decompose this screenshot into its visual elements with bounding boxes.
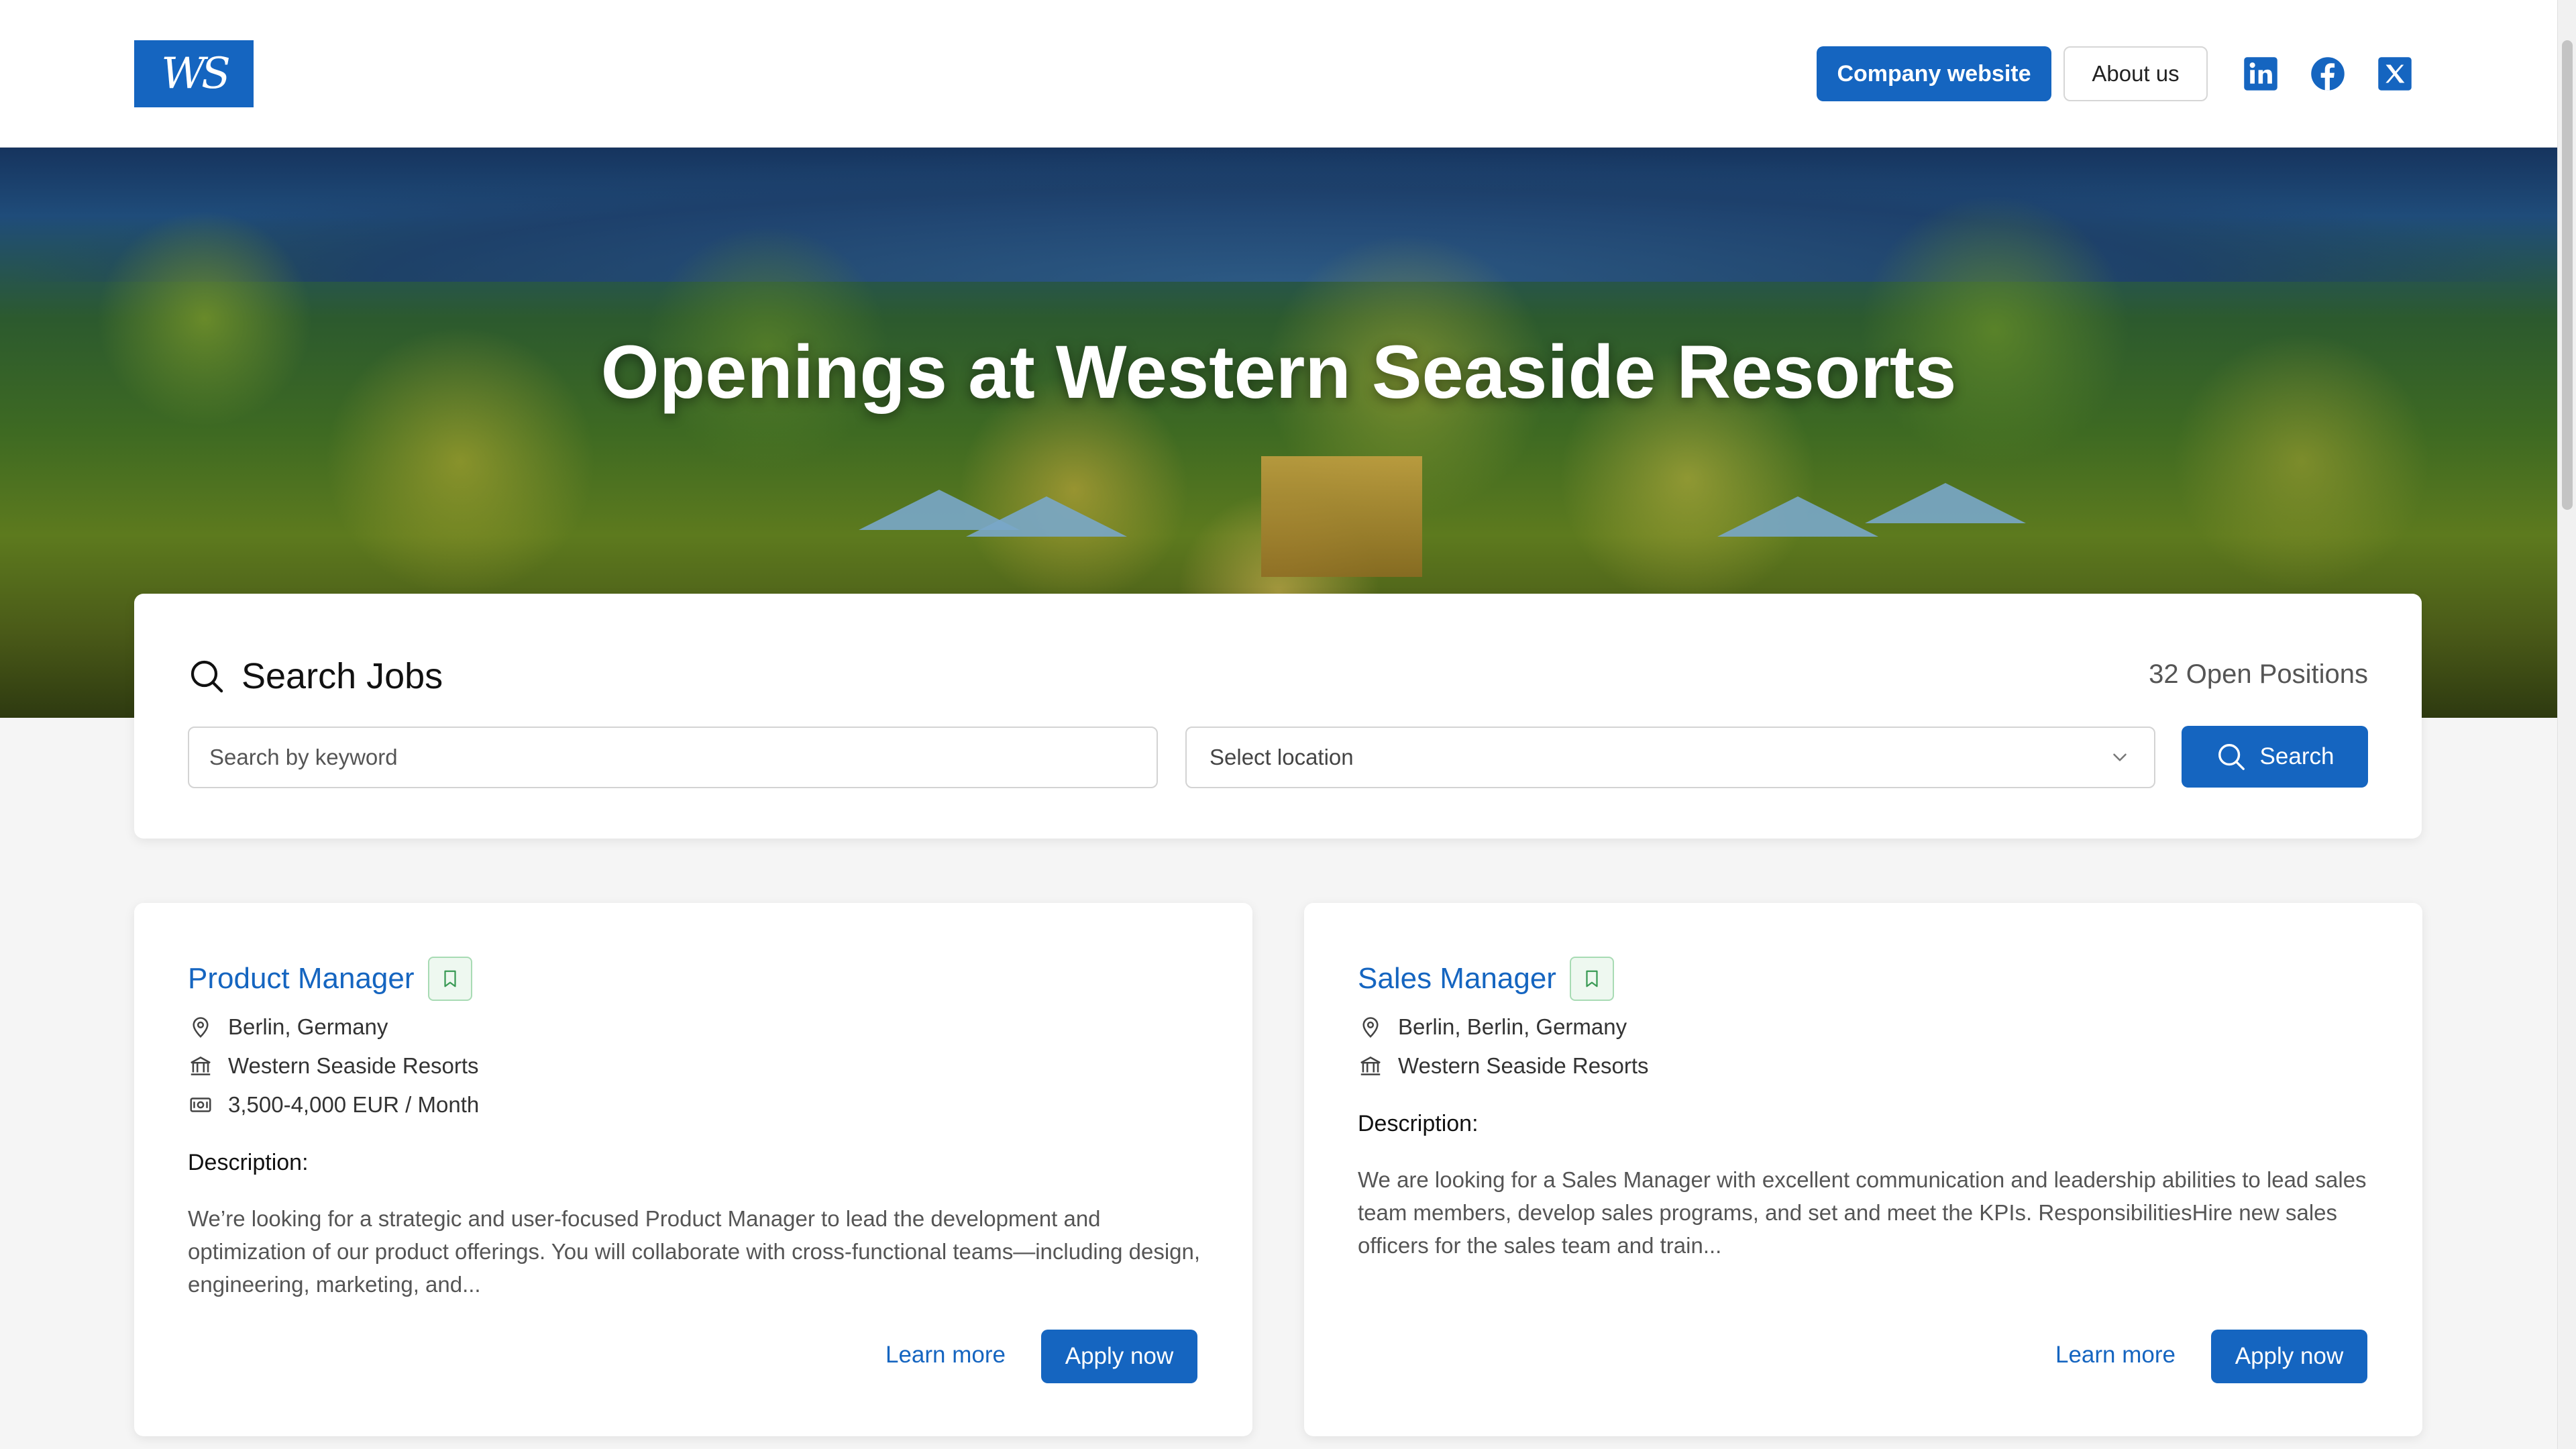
job-card: Sales Manager Berlin, Berlin, Germany We… [1304,903,2422,1436]
job-title-link[interactable]: Product Manager [188,962,415,996]
job-location: Berlin, Germany [228,1014,388,1039]
location-pin-icon [1362,1017,1379,1038]
open-positions-count: 32 Open Positions [2149,659,2368,689]
money-icon [190,1097,211,1112]
search-panel: Search Jobs 32 Open Positions Select loc… [134,594,2422,839]
x-icon[interactable] [2377,56,2413,92]
hero-title: Openings at Western Seaside Resorts [600,330,1957,414]
job-title-link[interactable]: Sales Manager [1358,962,1556,996]
search-button-label: Search [2259,743,2334,769]
job-card: Product Manager Berlin, Germany Western … [134,903,1252,1436]
location-select-placeholder: Select location [1210,745,1354,769]
job-company: Western Seaside Resorts [1398,1053,1649,1078]
apply-now-button[interactable]: Apply now [1041,1330,1197,1383]
search-heading: Search Jobs [188,655,443,697]
location-pin-icon [193,1017,209,1038]
page-scrollbar[interactable] [2557,0,2576,1449]
job-title-row: Product Manager [188,957,472,1001]
company-website-button[interactable]: Company website [1817,46,2051,101]
job-location: Berlin, Berlin, Germany [1398,1014,1627,1039]
logo-text: WS [161,49,231,99]
hero-building [1261,456,1422,577]
bookmark-button[interactable] [1569,957,1614,1001]
hero-umbrella [966,496,1127,537]
job-salary-row: 3,500-4,000 EUR / Month [188,1092,479,1118]
search-icon [191,660,223,693]
job-location-row: Berlin, Germany [188,1014,388,1040]
hero-umbrella [1865,483,2026,523]
job-company: Western Seaside Resorts [228,1053,479,1078]
keyword-search-input[interactable] [188,727,1158,788]
job-description: We are looking for a Sales Manager with … [1358,1167,2367,1258]
bookmark-icon [443,970,456,987]
learn-more-link[interactable]: Learn more [885,1342,1006,1368]
bookmark-icon [1586,970,1598,987]
about-us-button[interactable]: About us [2063,46,2208,101]
careers-page: WS Company website About us Openings at … [0,0,2576,1449]
job-salary: 3,500-4,000 EUR / Month [228,1092,480,1117]
search-icon [2218,744,2245,770]
learn-more-link[interactable]: Learn more [2055,1342,2176,1368]
facebook-icon[interactable] [2310,56,2346,92]
search-heading-text: Search Jobs [241,656,443,696]
linkedin-icon[interactable] [2243,56,2279,92]
job-company-row: Western Seaside Resorts [188,1053,479,1079]
location-select[interactable]: Select location [1185,727,2155,788]
search-button[interactable]: Search [2182,726,2368,788]
description-label: Description: [188,1150,309,1175]
job-title-row: Sales Manager [1358,957,1614,1001]
building-icon [191,1057,211,1075]
top-navigation-bar: WS Company website About us [0,0,2557,148]
description-label: Description: [1358,1111,1479,1136]
company-logo[interactable]: WS [134,40,254,107]
bookmark-button[interactable] [427,957,472,1001]
scrollbar-thumb[interactable] [2562,40,2573,510]
hero-umbrella [1717,496,1878,537]
job-description: We’re looking for a strategic and user-f… [188,1206,1201,1297]
chevron-down-icon [2113,753,2127,761]
apply-now-button[interactable]: Apply now [2211,1330,2367,1383]
job-company-row: Western Seaside Resorts [1358,1053,1649,1079]
building-icon [1360,1057,1381,1075]
job-location-row: Berlin, Berlin, Germany [1358,1014,1627,1040]
